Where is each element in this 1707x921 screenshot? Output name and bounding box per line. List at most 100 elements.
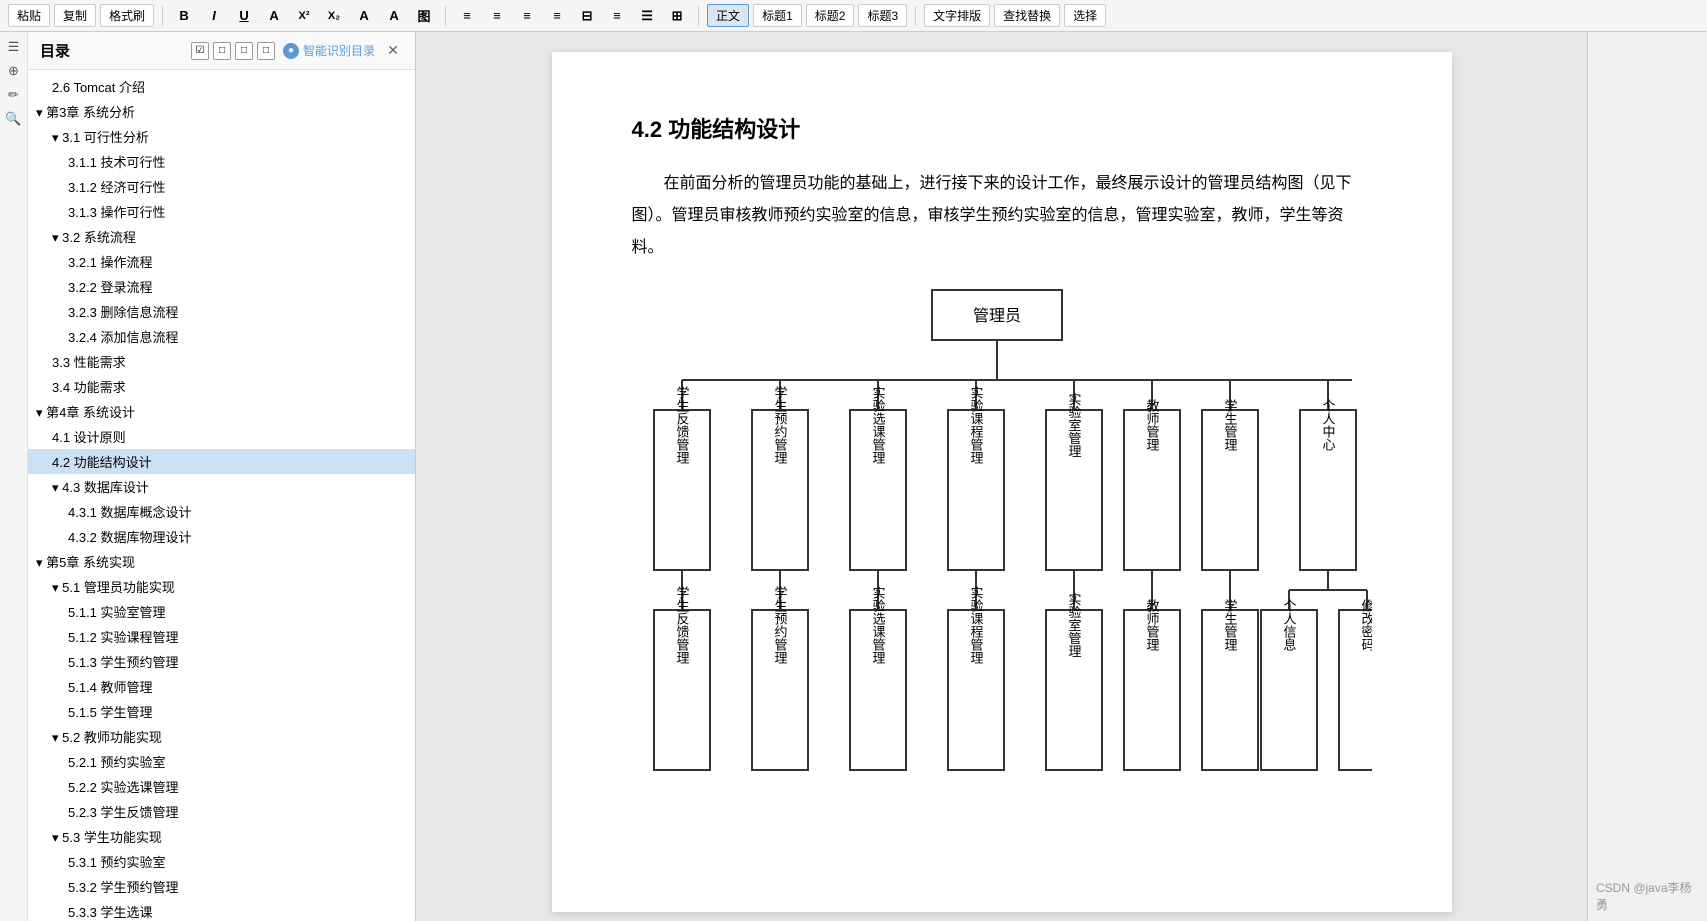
svg-text:实验课程管理: 实验课程管理 — [968, 386, 983, 464]
style-h1-btn[interactable]: 标题1 — [753, 4, 802, 27]
toc-item-5.3.2[interactable]: 5.3.2 学生预约管理 — [28, 874, 415, 899]
toc-item-ch4[interactable]: ▾ 第4章 系统设计 — [28, 399, 415, 424]
line-spacing-btn[interactable]: ≡ — [604, 4, 630, 28]
align-left-btn[interactable]: ≡ — [454, 4, 480, 28]
highlight-btn[interactable]: A — [381, 4, 407, 28]
toc-item-5.3[interactable]: ▾ 5.3 学生功能实现 — [28, 824, 415, 849]
svg-text:学生预约管理: 学生预约管理 — [772, 585, 787, 664]
toc-item-5.3.3[interactable]: 5.3.3 学生选课 — [28, 899, 415, 921]
paste-btn[interactable]: 粘贴 — [8, 4, 50, 27]
style-h3-btn[interactable]: 标题3 — [858, 4, 907, 27]
toc-label-4.3.1: 4.3.1 数据库概念设计 — [68, 502, 192, 521]
toc-item-3.1.1[interactable]: 3.1.1 技术可行性 — [28, 149, 415, 174]
toc-item-ch5[interactable]: ▾ 第5章 系统实现 — [28, 549, 415, 574]
sep2 — [445, 6, 446, 26]
underline-btn[interactable]: U — [231, 4, 257, 28]
copy-btn[interactable]: 复制 — [54, 4, 96, 27]
align-right-btn[interactable]: ≡ — [514, 4, 540, 28]
toc-item-5.1.2[interactable]: 5.1.2 实验课程管理 — [28, 624, 415, 649]
toc-item-5.2[interactable]: ▾ 5.2 教师功能实现 — [28, 724, 415, 749]
toc-item-5.1.1[interactable]: 5.1.1 实验室管理 — [28, 599, 415, 624]
toc-list: 2.6 Tomcat 介绍 ▾ 第3章 系统分析 ▾ 3.1 可行性分析 3.1.… — [28, 70, 415, 921]
toc-item-3.2[interactable]: ▾ 3.2 系统流程 — [28, 224, 415, 249]
list-btn[interactable]: ☰ — [634, 4, 660, 28]
toc-item-3.1.2[interactable]: 3.1.2 经济可行性 — [28, 174, 415, 199]
sep3 — [698, 6, 699, 26]
toc-item-5.2.1[interactable]: 5.2.1 预约实验室 — [28, 749, 415, 774]
toc-label-3.2.4: 3.2.4 添加信息流程 — [68, 327, 179, 346]
toc-label-ch5: ▾ 第5章 系统实现 — [36, 552, 135, 571]
toc-label-5.1: ▾ 5.1 管理员功能实现 — [52, 577, 175, 596]
sidebar-icon-strip: ☰ ⊕ ✏ 🔍 — [0, 32, 28, 921]
toc-item-4.3.2[interactable]: 4.3.2 数据库物理设计 — [28, 524, 415, 549]
toc-label-5.1.3: 5.1.3 学生预约管理 — [68, 652, 179, 671]
annotation-icon[interactable]: ✏ — [3, 84, 25, 106]
column-btn[interactable]: ⊟ — [574, 4, 600, 28]
bold-btn[interactable]: B — [171, 4, 197, 28]
sidebar-controls: ☑ □ □ □ — [191, 42, 275, 60]
svg-text:教师管理: 教师管理 — [1144, 398, 1159, 451]
toc-item-ch3[interactable]: ▾ 第3章 系统分析 — [28, 99, 415, 124]
toc-item-5.2.2[interactable]: 5.2.2 实验选课管理 — [28, 774, 415, 799]
svg-text:个人中心: 个人中心 — [1320, 399, 1335, 451]
superscript-btn[interactable]: X² — [291, 4, 317, 28]
format-painter-btn[interactable]: 格式刷 — [100, 4, 154, 27]
toc-item-3.2.2[interactable]: 3.2.2 登录流程 — [28, 274, 415, 299]
toc-item-5.1.3[interactable]: 5.1.3 学生预约管理 — [28, 649, 415, 674]
doc-page: 4.2 功能结构设计 在前面分析的管理员功能的基础上，进行接下来的设计工作，最终… — [552, 52, 1452, 912]
select-btn[interactable]: 选择 — [1064, 4, 1106, 27]
toc-item-3.1.3[interactable]: 3.1.3 操作可行性 — [28, 199, 415, 224]
toc-item-3.3[interactable]: 3.3 性能需求 — [28, 349, 415, 374]
ctrl-btn-3[interactable]: □ — [235, 42, 253, 60]
font-color-btn[interactable]: A — [261, 4, 287, 28]
toc-item-4.3.1[interactable]: 4.3.1 数据库概念设计 — [28, 499, 415, 524]
toc-item-3.2.3[interactable]: 3.2.3 删除信息流程 — [28, 299, 415, 324]
smart-toc-btn[interactable]: ● 智能识别目录 — [283, 42, 375, 59]
smart-toc-icon: ● — [283, 43, 299, 59]
table-btn[interactable]: ⊞ — [664, 4, 690, 28]
toc-item-3.2.4[interactable]: 3.2.4 添加信息流程 — [28, 324, 415, 349]
toc-item-5.1[interactable]: ▾ 5.1 管理员功能实现 — [28, 574, 415, 599]
toc-item-5.1.4[interactable]: 5.1.4 教师管理 — [28, 674, 415, 699]
toc-item-5.2.3[interactable]: 5.2.3 学生反馈管理 — [28, 799, 415, 824]
toc-item-4.2[interactable]: 4.2 功能结构设计 — [28, 449, 415, 474]
toc-item-5.1.5[interactable]: 5.1.5 学生管理 — [28, 699, 415, 724]
toc-item-3.1[interactable]: ▾ 3.1 可行性分析 — [28, 124, 415, 149]
insert-img-btn[interactable]: 图 — [411, 4, 437, 28]
toc-item-5.3.1[interactable]: 5.3.1 预约实验室 — [28, 849, 415, 874]
align-center-btn[interactable]: ≡ — [484, 4, 510, 28]
toc-sidebar: 目录 ☑ □ □ □ ● 智能识别目录 ✕ 2.6 Tomcat 介绍▾ 第3章… — [28, 32, 416, 921]
toc-item-4.1[interactable]: 4.1 设计原则 — [28, 424, 415, 449]
font-size-btn[interactable]: A — [351, 4, 377, 28]
ctrl-btn-1[interactable]: ☑ — [191, 42, 209, 60]
subscript-btn[interactable]: X₂ — [321, 4, 347, 28]
svg-text:学生预约管理: 学生预约管理 — [772, 385, 787, 464]
search-icon[interactable]: 🔍 — [3, 108, 25, 130]
sidebar-close-btn[interactable]: ✕ — [383, 41, 403, 61]
toc-icon[interactable]: ☰ — [3, 36, 25, 58]
svg-text:管理员: 管理员 — [972, 307, 1020, 325]
toc-item-4.3[interactable]: ▾ 4.3 数据库设计 — [28, 474, 415, 499]
main-area: ☰ ⊕ ✏ 🔍 目录 ☑ □ □ □ ● 智能识别目录 ✕ — [0, 32, 1707, 921]
toc-label-5.2: ▾ 5.2 教师功能实现 — [52, 727, 162, 746]
toc-item-3.2.1[interactable]: 3.2.1 操作流程 — [28, 249, 415, 274]
svg-text:教师管理: 教师管理 — [1144, 598, 1159, 651]
toc-item-3.4[interactable]: 3.4 功能需求 — [28, 374, 415, 399]
bookmark-icon[interactable]: ⊕ — [3, 60, 25, 82]
toc-label-3.1.3: 3.1.3 操作可行性 — [68, 202, 166, 221]
svg-text:学生管理: 学生管理 — [1222, 398, 1237, 451]
find-replace-btn[interactable]: 查找替换 — [994, 4, 1060, 27]
smart-toc-label: 智能识别目录 — [303, 42, 375, 59]
style-h2-btn[interactable]: 标题2 — [806, 4, 855, 27]
toc-label-5.3.1: 5.3.1 预约实验室 — [68, 852, 166, 871]
text-layout-btn[interactable]: 文字排版 — [924, 4, 990, 27]
italic-btn[interactable]: I — [201, 4, 227, 28]
doc-area[interactable]: 4.2 功能结构设计 在前面分析的管理员功能的基础上，进行接下来的设计工作，最终… — [416, 32, 1587, 921]
toc-label-tomcat: 2.6 Tomcat 介绍 — [52, 77, 145, 96]
svg-text:实验室管理: 实验室管理 — [1066, 393, 1081, 458]
toc-item-tomcat[interactable]: 2.6 Tomcat 介绍 — [28, 74, 415, 99]
ctrl-btn-2[interactable]: □ — [213, 42, 231, 60]
style-normal-btn[interactable]: 正文 — [707, 4, 749, 27]
align-justify-btn[interactable]: ≡ — [544, 4, 570, 28]
ctrl-btn-4[interactable]: □ — [257, 42, 275, 60]
